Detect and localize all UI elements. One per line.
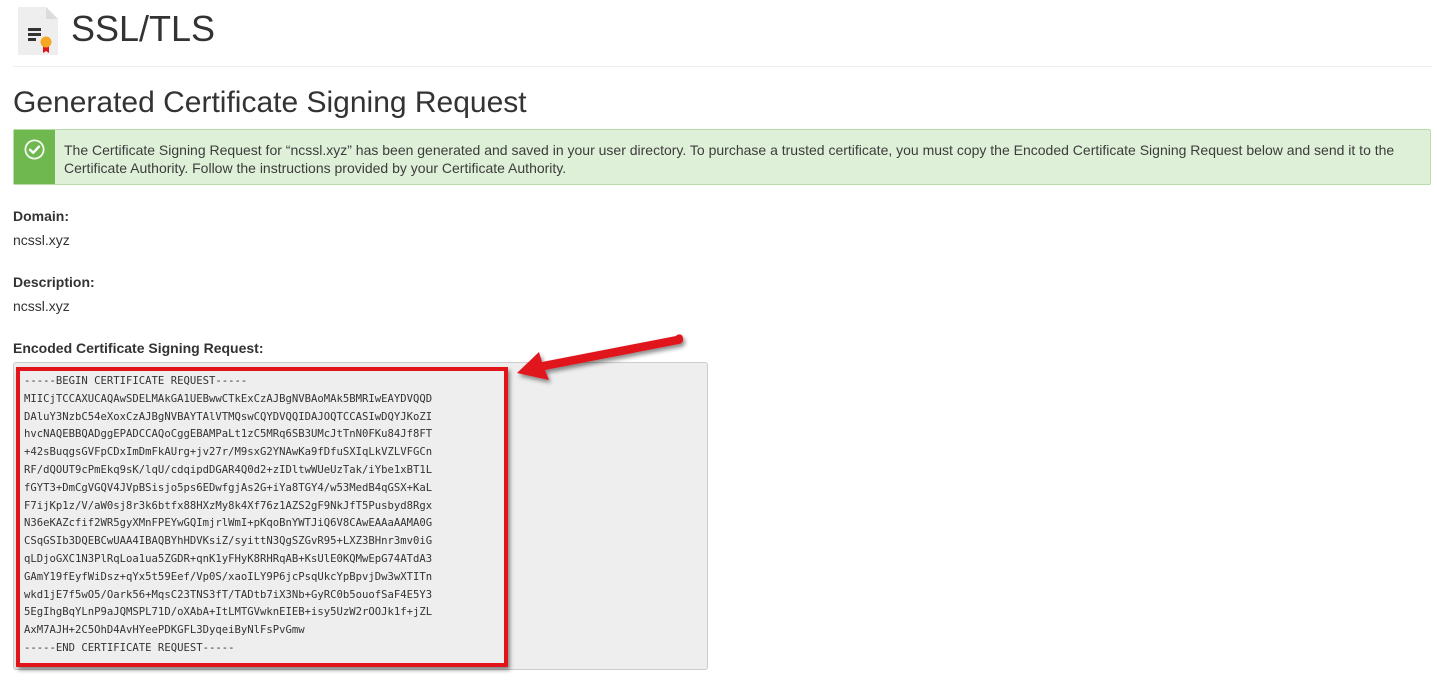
- description-label: Description:: [13, 274, 95, 290]
- ssl-certificate-icon: [18, 7, 58, 55]
- alert-message: The Certificate Signing Request for “ncs…: [64, 142, 1395, 176]
- highlight-box: [16, 367, 508, 667]
- csr-label: Encoded Certificate Signing Request:: [13, 340, 264, 356]
- section-title: Generated Certificate Signing Request: [13, 86, 527, 119]
- domain-label: Domain:: [13, 208, 69, 224]
- page-title: SSL/TLS: [71, 8, 216, 49]
- check-circle-icon: [24, 139, 45, 160]
- red-arrow-icon: [517, 334, 684, 380]
- domain-value: ncssl.xyz: [13, 232, 70, 248]
- page-header: SSL/TLS: [13, 0, 1432, 67]
- description-value: ncssl.xyz: [13, 298, 70, 314]
- success-alert: The Certificate Signing Request for “ncs…: [13, 129, 1431, 185]
